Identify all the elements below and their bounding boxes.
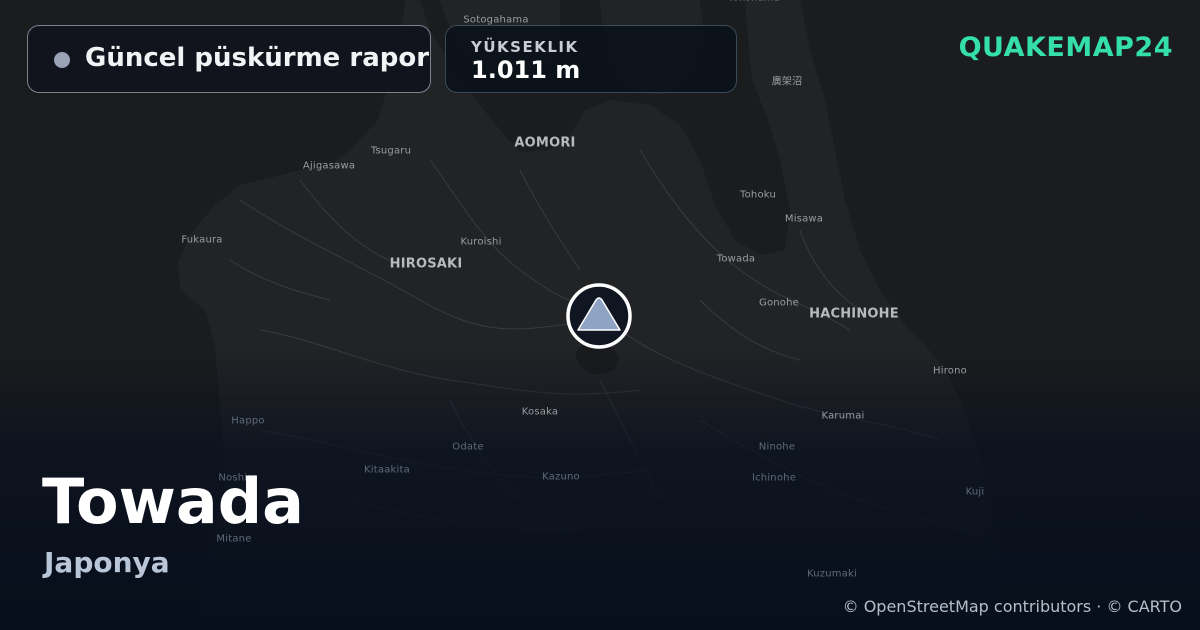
map-label-: 廣架沼	[771, 76, 803, 88]
map-label-misawa: Misawa	[784, 213, 824, 225]
map-label-kitaakita: Kitaakita	[364, 464, 410, 476]
map-label-hirono: Hirono	[933, 365, 967, 377]
map-label-hirosaki: HIROSAKI	[389, 256, 463, 272]
map-label-karumai: Karumai	[821, 410, 865, 422]
elevation-value: 1.011 m	[471, 56, 581, 84]
map-label-ichinohe: Ichinohe	[751, 472, 797, 484]
map-label-sotogahama: Sotogahama	[463, 14, 529, 26]
map-label-ajigasawa: Ajigasawa	[302, 160, 356, 172]
map-label-aomori: AOMORI	[514, 135, 576, 151]
map-label-ninohe: Ninohe	[758, 441, 796, 453]
elevation-label: YÜKSEKLIK	[471, 38, 579, 56]
map-label-tsugaru: Tsugaru	[370, 145, 412, 157]
map-label-tohoku: Tohoku	[739, 189, 777, 201]
map-label-happo: Happo	[231, 415, 265, 427]
map-label-fukaura: Fukaura	[181, 234, 223, 246]
map-label-kuzumaki: Kuzumaki	[806, 568, 858, 580]
map-label-hachinohe: HACHINOHE	[809, 306, 899, 322]
elevation-pill: YÜKSEKLIK 1.011 m	[445, 25, 737, 93]
map-label-kazuno: Kazuno	[542, 471, 580, 483]
map-attribution[interactable]: © OpenStreetMap contributors · © CARTO	[843, 597, 1182, 616]
map-label-gonohe: Gonohe	[758, 297, 800, 309]
map-stage[interactable]: Sotogahama Yokohama 廣架沼 AOMORI Tsugaru Ajigas…	[0, 0, 1200, 630]
map-label-towada: Towada	[716, 253, 756, 265]
location-title: Towada	[42, 465, 304, 538]
location-country: Japonya	[44, 546, 170, 579]
status-pill[interactable]: Güncel püskürme raporu	[27, 25, 431, 93]
map-label-kosaka: Kosaka	[521, 406, 559, 418]
map-label-odate: Odate	[452, 441, 484, 453]
map-label-yokohama: Yokohama	[728, 0, 780, 4]
status-label: Güncel püskürme raporu	[85, 43, 431, 73]
brand-logo[interactable]: QUAKEMAP24	[959, 32, 1173, 63]
map-label-kuji: Kuji	[965, 486, 985, 498]
volcano-icon[interactable]	[563, 280, 635, 352]
map-label-kuroishi: Kuroishi	[460, 236, 502, 248]
status-indicator-dot	[54, 52, 70, 68]
